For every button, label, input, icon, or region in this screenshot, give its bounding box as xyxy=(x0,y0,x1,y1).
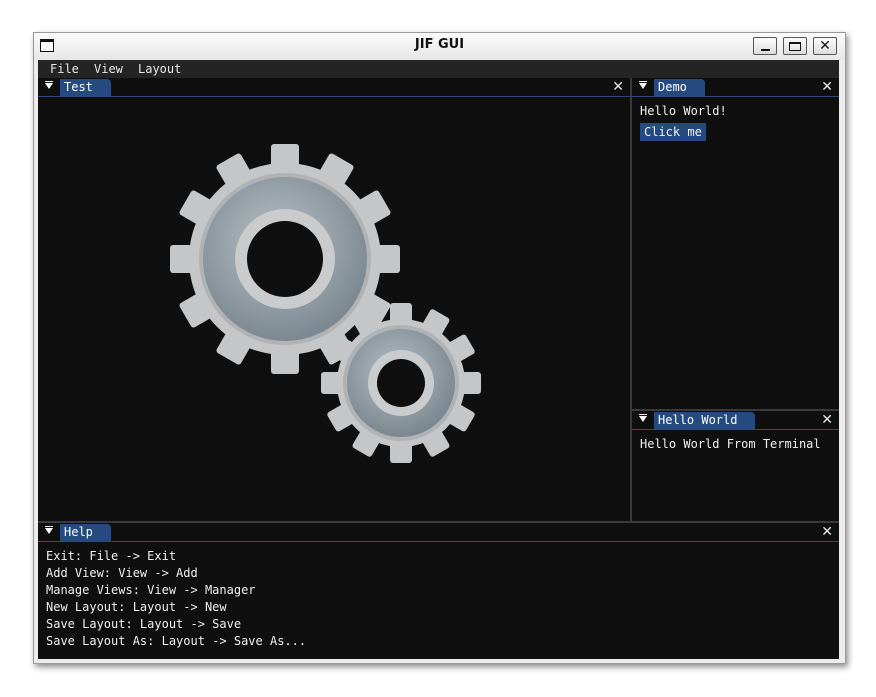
help-line: Exit: File -> Exit xyxy=(46,549,177,563)
menu-bar: File View Layout xyxy=(38,60,839,78)
menu-view[interactable]: View xyxy=(94,62,123,76)
panel-test: Test ✕ xyxy=(38,78,630,521)
close-icon[interactable]: ✕ xyxy=(821,79,833,95)
collapse-arrow-icon[interactable] xyxy=(45,526,53,534)
tab-test[interactable]: Test xyxy=(60,79,111,96)
help-line: Save Layout: Layout -> Save xyxy=(46,617,242,631)
help-line: New Layout: Layout -> New xyxy=(46,600,227,614)
collapse-arrow-icon[interactable] xyxy=(639,81,647,89)
panel-body xyxy=(38,97,630,521)
app-window: JIF GUI ✕ File View Layout Test ✕ Demo ✕… xyxy=(33,32,846,664)
panel-help: Help ✕ Exit: File -> Exit Add View: View… xyxy=(38,523,839,659)
maximize-icon xyxy=(789,41,801,51)
panel-body: Exit: File -> Exit Add View: View -> Add… xyxy=(38,542,839,659)
menu-layout[interactable]: Layout xyxy=(138,62,181,76)
panel-header: Help ✕ xyxy=(38,523,839,542)
client-area: File View Layout Test ✕ Demo ✕ Hello Wor… xyxy=(38,60,839,659)
minimize-button[interactable] xyxy=(753,37,777,55)
vertical-splitter[interactable] xyxy=(630,78,632,521)
click-me-button[interactable]: Click me xyxy=(640,123,706,141)
panel-hello-world: Hello World ✕ Hello World From Terminal xyxy=(632,411,839,521)
maximize-button[interactable] xyxy=(783,37,807,55)
minimize-icon xyxy=(760,49,770,51)
help-line: Add View: View -> Add xyxy=(46,566,198,580)
tab-hello-world[interactable]: Hello World xyxy=(654,412,756,429)
hello-text: Hello World From Terminal xyxy=(640,437,821,451)
help-line: Manage Views: View -> Manager xyxy=(46,583,256,597)
tab-help[interactable]: Help xyxy=(60,524,111,541)
close-icon[interactable]: ✕ xyxy=(821,524,833,540)
gears-image xyxy=(170,144,481,463)
help-line: Save Layout As: Layout -> Save As... xyxy=(46,634,307,648)
panel-header: Hello World ✕ xyxy=(632,411,839,430)
demo-text: Hello World! xyxy=(640,104,727,118)
close-icon: ✕ xyxy=(819,38,831,54)
panel-header: Test ✕ xyxy=(38,78,630,97)
panel-header: Demo ✕ xyxy=(632,78,839,97)
close-icon[interactable]: ✕ xyxy=(821,412,833,428)
collapse-arrow-icon[interactable] xyxy=(45,81,53,89)
horizontal-splitter[interactable] xyxy=(632,409,839,411)
horizontal-splitter[interactable] xyxy=(38,521,839,523)
window-title: JIF GUI xyxy=(414,37,465,52)
tab-demo[interactable]: Demo xyxy=(654,79,705,96)
panel-body: Hello World! Click me xyxy=(632,97,839,409)
collapse-arrow-icon[interactable] xyxy=(639,414,647,422)
menu-file[interactable]: File xyxy=(50,62,79,76)
close-button[interactable]: ✕ xyxy=(813,37,837,55)
panel-body: Hello World From Terminal xyxy=(632,430,839,521)
title-bar[interactable]: JIF GUI ✕ xyxy=(34,33,845,60)
close-icon[interactable]: ✕ xyxy=(612,79,624,95)
panel-demo: Demo ✕ Hello World! Click me xyxy=(632,78,839,409)
